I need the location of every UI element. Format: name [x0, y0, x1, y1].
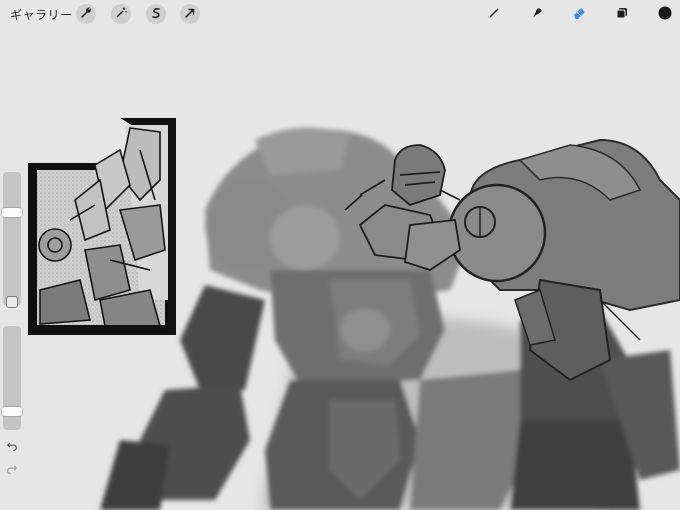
magic-wand-icon [114, 5, 128, 24]
drawing-canvas[interactable] [0, 0, 680, 510]
layers-button[interactable] [612, 4, 632, 24]
brush-tool-button[interactable] [484, 4, 504, 24]
eraser-icon [572, 5, 586, 24]
top-toolbar: ギャラリー [0, 0, 680, 28]
gallery-button[interactable]: ギャラリー [10, 6, 73, 23]
modify-button[interactable] [6, 296, 18, 308]
selection-icon [149, 5, 163, 24]
left-sidebar [0, 168, 24, 484]
smudge-icon [530, 5, 544, 24]
color-button[interactable] [655, 4, 675, 24]
layers-icon [615, 5, 629, 24]
actions-button[interactable] [76, 4, 96, 24]
adjustments-button[interactable] [111, 4, 131, 24]
smudge-tool-button[interactable] [527, 4, 547, 24]
eraser-tool-button[interactable] [569, 4, 589, 24]
wrench-icon [79, 5, 93, 24]
brush-size-thumb[interactable] [2, 208, 22, 217]
transform-arrow-icon [183, 5, 197, 24]
brush-opacity-thumb[interactable] [2, 407, 22, 416]
transform-button[interactable] [180, 4, 200, 24]
procreate-canvas-app: ギャラリー [0, 0, 680, 510]
redo-icon [6, 460, 18, 479]
brush-icon [487, 5, 501, 24]
undo-icon [6, 437, 18, 456]
undo-button[interactable] [5, 439, 19, 453]
brush-size-slider[interactable] [2, 172, 22, 306]
redo-button[interactable] [5, 462, 19, 476]
selection-button[interactable] [146, 4, 166, 24]
brush-opacity-slider[interactable] [2, 326, 22, 430]
color-swatch [658, 5, 672, 24]
